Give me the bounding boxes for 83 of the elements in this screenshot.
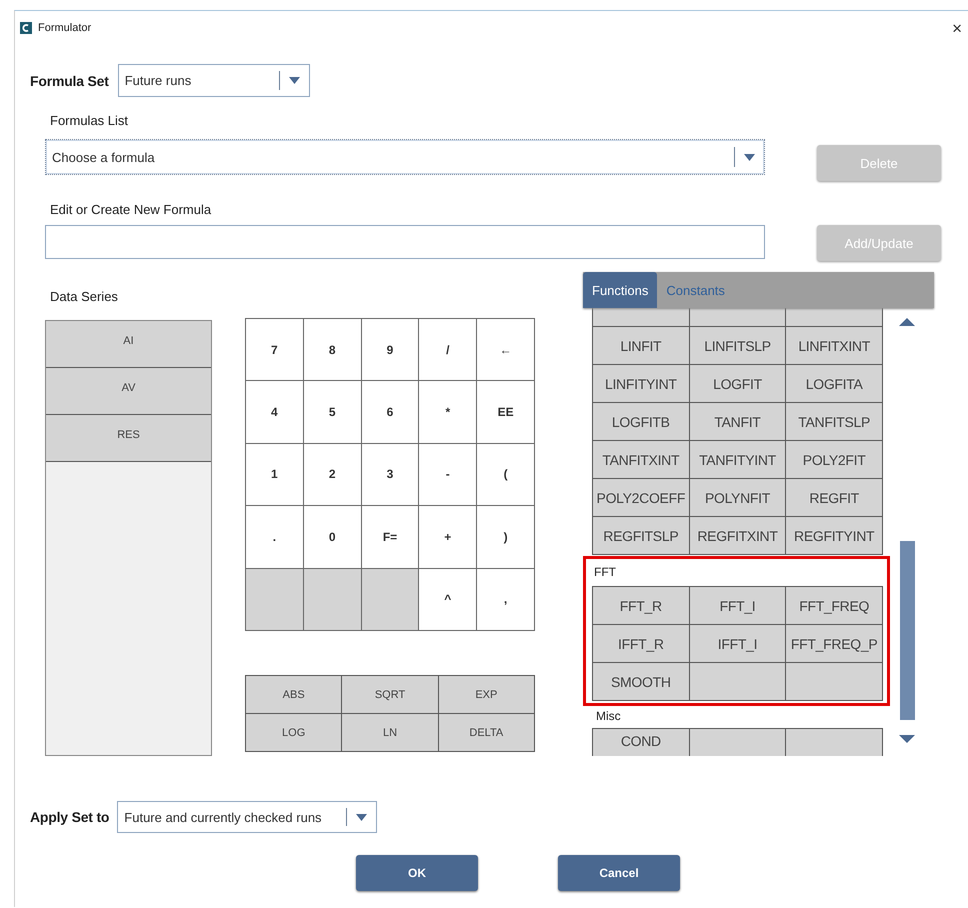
keypad-key[interactable]: 7 xyxy=(246,319,303,380)
function-button[interactable]: LINFITYINT xyxy=(593,365,689,402)
math-function-button[interactable]: LN xyxy=(342,714,438,751)
keypad-key[interactable]: / xyxy=(419,319,476,380)
function-button[interactable]: FFT_FREQ_P xyxy=(786,625,882,662)
blank-key xyxy=(246,568,303,630)
keypad-key[interactable]: 6 xyxy=(362,381,418,443)
keypad-key[interactable]: 2 xyxy=(304,444,361,506)
caret-icon xyxy=(356,814,368,820)
keypad-key[interactable]: ( xyxy=(477,444,534,506)
blank-key xyxy=(304,568,361,630)
function-button[interactable]: REGFITYINT xyxy=(786,517,882,554)
math-function-button[interactable]: LOG xyxy=(246,714,342,751)
math-function-button[interactable]: ABS xyxy=(246,676,342,713)
function-button[interactable]: LOGFITA xyxy=(786,365,882,402)
formula-set-dropdown[interactable]: Future runs xyxy=(118,64,310,97)
function-tab[interactable]: Functions xyxy=(583,272,658,308)
function-button[interactable]: IFFT_R xyxy=(593,625,689,662)
data-series-item[interactable]: AV xyxy=(46,368,211,415)
apply-set-dropdown[interactable]: Future and currently checked runs xyxy=(117,801,378,833)
apply-set-label: Apply Set to xyxy=(30,809,110,825)
function-button[interactable]: POLY2COEFF xyxy=(593,479,689,516)
keypad-key[interactable]: EE xyxy=(477,381,534,443)
function-button[interactable]: FFT_I xyxy=(690,587,786,624)
function-button[interactable]: POLY2FIT xyxy=(786,441,882,478)
keypad-key[interactable]: , xyxy=(477,568,534,630)
data-series-item[interactable]: AI xyxy=(46,321,211,368)
caret-icon xyxy=(288,77,300,84)
window-title: Formulator xyxy=(38,22,92,34)
math-function-button[interactable]: EXP xyxy=(438,676,534,713)
formulas-list-label: Formulas List xyxy=(49,113,130,129)
function-button[interactable]: REGFIT xyxy=(786,479,882,516)
function-button[interactable]: POLYNFIT xyxy=(690,479,786,516)
keypad-key[interactable]: 1 xyxy=(246,444,303,506)
function-button[interactable]: LOGFIT xyxy=(690,365,786,402)
group-title: Misc xyxy=(596,708,622,724)
function-button[interactable]: COND xyxy=(593,729,689,756)
function-button[interactable]: LINFIT xyxy=(593,327,689,364)
formula-input-field[interactable] xyxy=(45,225,765,259)
keypad-key[interactable]: 8 xyxy=(304,319,361,380)
function-button[interactable]: TANFITYINT xyxy=(690,441,786,478)
function-button[interactable]: FFT_FREQ xyxy=(786,587,882,624)
caret-icon xyxy=(744,154,755,160)
group-title: FFT xyxy=(594,564,617,580)
scrollbar-thumb[interactable] xyxy=(900,541,914,720)
keypad-key[interactable]: 4 xyxy=(246,381,303,443)
edit-formula-label: Edit or Create New Formula xyxy=(49,202,212,218)
scroll-up-icon[interactable] xyxy=(899,318,915,326)
function-button[interactable]: LOGFITB xyxy=(593,403,689,440)
keypad-key[interactable]: + xyxy=(419,506,476,568)
formulas-list-dropdown[interactable]: Choose a formula xyxy=(45,139,765,175)
keypad-key[interactable]: 0 xyxy=(304,506,361,568)
ok-button[interactable]: OK xyxy=(356,855,478,891)
function-button[interactable]: LINFITXINT xyxy=(786,327,882,364)
math-function-button[interactable]: DELTA xyxy=(438,714,534,751)
math-function-button[interactable]: SQRT xyxy=(342,676,438,713)
data-series-item[interactable]: RES xyxy=(46,415,211,462)
formula-set-label: Formula Set xyxy=(30,72,109,88)
function-button[interactable]: LINFITSLP xyxy=(690,327,786,364)
keypad-key[interactable]: ← xyxy=(477,319,534,380)
keypad-key[interactable]: . xyxy=(246,506,303,568)
function-button[interactable]: FFT_R xyxy=(593,587,689,624)
blank-key xyxy=(362,568,418,630)
keypad-key[interactable]: 9 xyxy=(362,319,418,380)
app-logo-icon xyxy=(20,22,32,34)
function-button[interactable]: IFFT_I xyxy=(690,625,786,662)
close-button[interactable]: × xyxy=(948,20,966,36)
keypad-key[interactable]: ^ xyxy=(419,568,476,630)
function-button[interactable]: TANFIT xyxy=(690,403,786,440)
data-series-label: Data Series xyxy=(49,289,119,305)
keypad-key[interactable]: - xyxy=(419,444,476,506)
scroll-down-icon[interactable] xyxy=(899,735,915,743)
keypad-key[interactable]: F= xyxy=(362,506,418,568)
keypad-key[interactable]: 3 xyxy=(362,444,418,506)
cancel-button[interactable]: Cancel xyxy=(558,855,680,891)
function-button[interactable]: REGFITSLP xyxy=(593,517,689,554)
keypad-key[interactable]: * xyxy=(419,381,476,443)
function-button[interactable]: TANFITSLP xyxy=(786,403,882,440)
keypad-key[interactable]: 5 xyxy=(304,381,361,443)
function-button[interactable]: TANFITXINT xyxy=(593,441,689,478)
keypad-key[interactable]: ) xyxy=(477,506,534,568)
function-button[interactable]: SMOOTH xyxy=(593,663,689,700)
function-button[interactable]: REGFITXINT xyxy=(690,517,786,554)
